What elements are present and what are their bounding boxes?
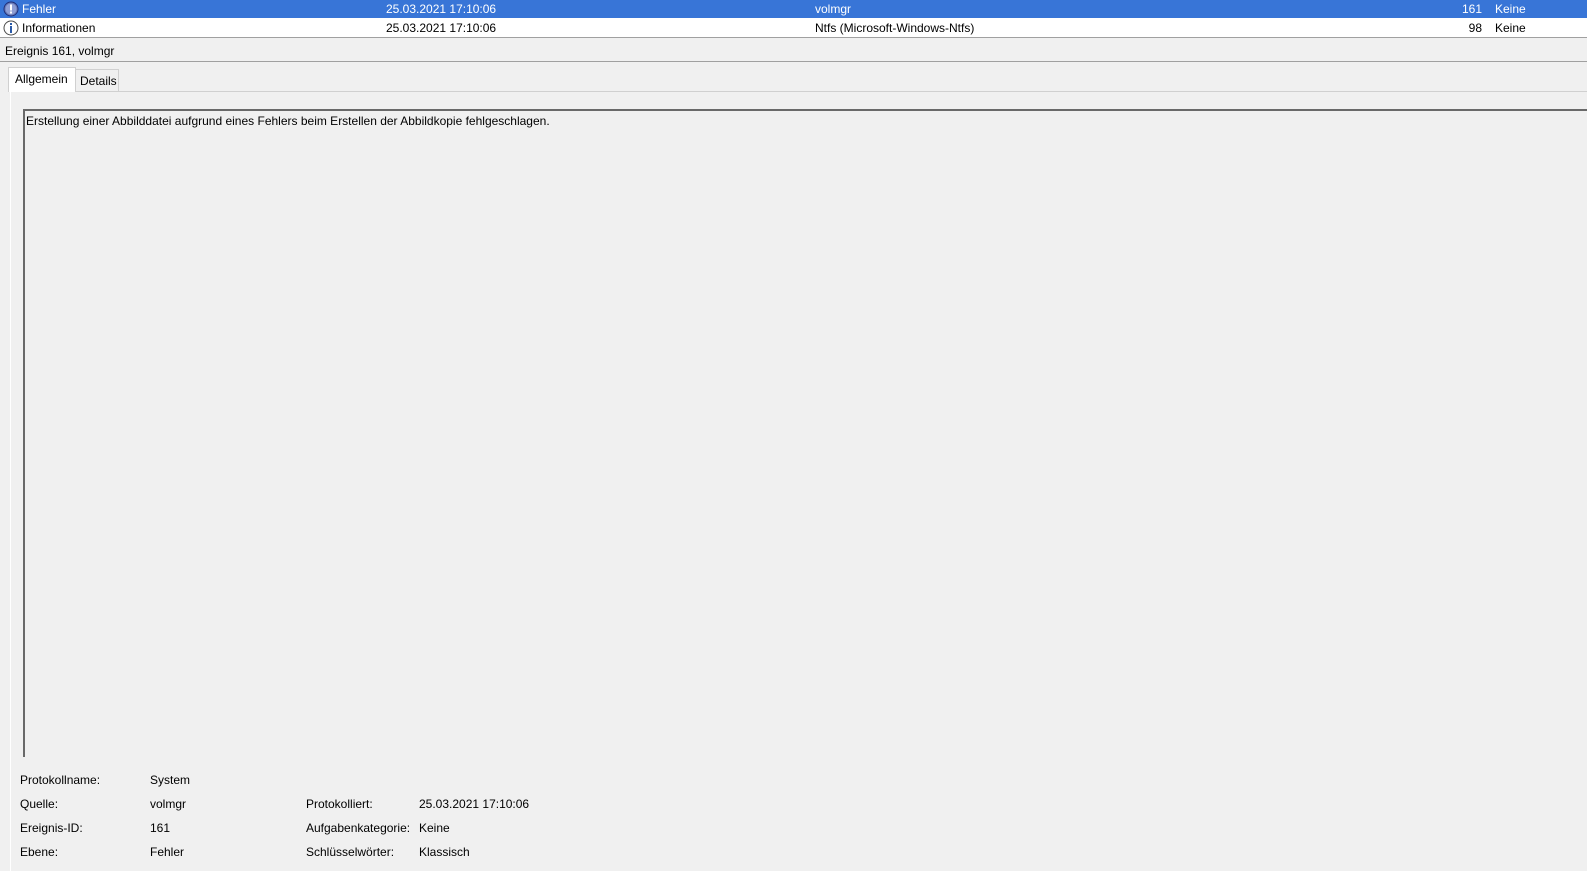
detail-header: Ereignis 161, volmgr	[0, 41, 1587, 62]
log-name-value: System	[150, 773, 191, 787]
event-date: 25.03.2021 17:10:06	[386, 2, 497, 16]
task-category-value: Keine	[419, 821, 450, 835]
task-category-label: Aufgabenkategorie:	[306, 821, 411, 835]
event-row-error[interactable]: Fehler 25.03.2021 17:10:06 volmgr 161 Ke…	[0, 0, 1587, 18]
event-id: 98	[1468, 21, 1482, 35]
event-list[interactable]: Fehler 25.03.2021 17:10:06 volmgr 161 Ke…	[0, 0, 1587, 37]
event-id-value: 161	[150, 821, 171, 835]
error-icon	[3, 1, 19, 17]
event-detail-pane: Ereignis 161, volmgr Allgemein Details E…	[0, 41, 1587, 871]
logged-value: 25.03.2021 17:10:06	[419, 797, 530, 811]
logged-label: Protokolliert:	[306, 797, 373, 811]
source-label: Quelle:	[20, 797, 59, 811]
event-id: 161	[1461, 2, 1482, 16]
event-category: Keine	[1495, 21, 1526, 35]
event-level: Informationen	[22, 21, 96, 35]
keywords-label: Schlüsselwörter:	[306, 845, 395, 859]
log-name-label: Protokollname:	[20, 773, 101, 787]
event-date: 25.03.2021 17:10:06	[386, 21, 497, 35]
level-label: Ebene:	[20, 845, 59, 859]
tab-details[interactable]: Details	[75, 69, 119, 91]
event-source: volmgr	[815, 2, 852, 16]
event-row-info[interactable]: Informationen 25.03.2021 17:10:06 Ntfs (…	[0, 19, 1587, 37]
event-level: Fehler	[22, 2, 57, 16]
tab-allgemein[interactable]: Allgemein	[8, 67, 76, 92]
keywords-value: Klassisch	[419, 845, 470, 859]
event-message[interactable]: Erstellung einer Abbilddatei aufgrund ei…	[23, 109, 1587, 757]
info-icon	[3, 20, 19, 36]
event-source: Ntfs (Microsoft-Windows-Ntfs)	[815, 21, 975, 35]
level-value: Fehler	[150, 845, 185, 859]
event-id-label: Ereignis-ID:	[20, 821, 83, 835]
source-value: volmgr	[150, 797, 187, 811]
tab-panel-allgemein: Erstellung einer Abbilddatei aufgrund ei…	[10, 91, 1587, 871]
event-category: Keine	[1495, 2, 1526, 16]
